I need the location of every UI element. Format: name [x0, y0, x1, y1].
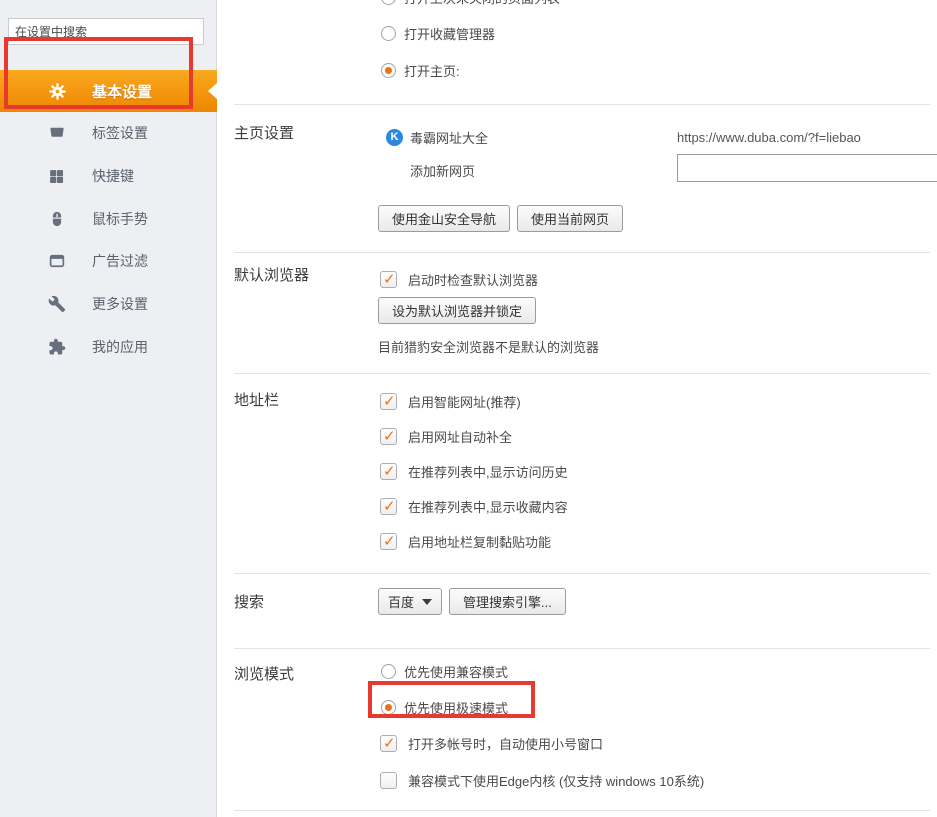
sidebar-item-label: 基本设置 — [92, 81, 152, 102]
sidebar-item-shortcuts[interactable]: 快捷键 — [0, 155, 217, 197]
addressbar-option-row[interactable]: 在推荐列表中,显示访问历史 — [380, 462, 568, 480]
sidebar-item-label: 广告过滤 — [92, 251, 148, 271]
sidebar-item-tab-settings[interactable]: 标签设置 — [0, 112, 217, 154]
checkbox-url-autocomplete[interactable] — [380, 428, 397, 445]
section-title-default-browser: 默认浏览器 — [234, 264, 309, 285]
radio-open-homepage[interactable] — [381, 63, 396, 78]
checkbox-edge-kernel[interactable] — [380, 772, 397, 789]
sidebar-item-more-settings[interactable]: 更多设置 — [0, 283, 217, 325]
radio-last-session[interactable] — [381, 0, 396, 5]
sidebar-item-my-apps[interactable]: 我的应用 — [0, 326, 217, 368]
section-divider — [234, 648, 930, 649]
grid-icon — [48, 166, 68, 186]
radio-favorites-manager[interactable] — [381, 26, 396, 41]
homepage-site-name: 毒霸网址大全 — [410, 128, 488, 147]
use-kingsoft-nav-button[interactable]: 使用金山安全导航 — [378, 205, 510, 232]
section-title-address-bar: 地址栏 — [234, 389, 279, 410]
addressbar-option-row[interactable]: 在推荐列表中,显示收藏内容 — [380, 497, 568, 515]
addressbar-option-row[interactable]: 启用网址自动补全 — [380, 427, 512, 445]
add-new-page-link[interactable]: 添加新网页 — [410, 161, 475, 180]
section-title-browse-mode: 浏览模式 — [234, 663, 294, 684]
checkbox-copy-paste[interactable] — [380, 533, 397, 550]
search-engine-dropdown[interactable]: 百度 — [378, 588, 442, 615]
section-divider — [234, 252, 930, 253]
section-divider — [234, 104, 930, 105]
radio-compat-mode[interactable] — [381, 664, 396, 679]
checkbox-show-favorites[interactable] — [380, 498, 397, 515]
edge-kernel-row[interactable]: 兼容模式下使用Edge内核 (仅支持 windows 10系统) — [380, 771, 704, 789]
sidebar-item-label: 鼠标手势 — [92, 209, 148, 229]
tab-icon — [48, 123, 68, 143]
browse-mode-compat-row[interactable]: 优先使用兼容模式 — [381, 662, 508, 680]
radio-speed-mode[interactable] — [381, 700, 396, 715]
checkbox-multi-account-window[interactable] — [380, 735, 397, 752]
startup-option-homepage[interactable]: 打开主页: — [381, 61, 460, 79]
homepage-site-row: K 毒霸网址大全 — [386, 128, 488, 146]
checkbox-smart-url[interactable] — [380, 393, 397, 410]
mouse-icon — [48, 209, 68, 229]
section-title-search: 搜索 — [234, 591, 264, 612]
new-homepage-input[interactable] — [677, 154, 937, 182]
default-browser-status-text: 目前猎豹安全浏览器不是默认的浏览器 — [378, 337, 599, 356]
puzzle-icon — [48, 337, 68, 357]
duba-logo-icon: K — [386, 129, 403, 146]
window-icon — [48, 251, 68, 271]
section-title-homepage: 主页设置 — [234, 122, 294, 143]
wrench-icon — [48, 294, 68, 314]
use-current-page-button[interactable]: 使用当前网页 — [517, 205, 623, 232]
sidebar-item-basic-settings[interactable]: 基本设置 — [0, 70, 217, 112]
section-divider — [234, 573, 930, 574]
sidebar-item-label: 标签设置 — [92, 123, 148, 143]
chevron-down-icon — [422, 599, 432, 605]
set-default-browser-button[interactable]: 设为默认浏览器并锁定 — [378, 297, 536, 324]
checkbox-check-default-on-startup[interactable] — [380, 271, 397, 288]
search-input[interactable] — [8, 18, 204, 45]
homepage-url-text: https://www.duba.com/?f=liebao — [677, 130, 861, 145]
startup-option-last-session[interactable]: 打开上次未关闭的页面列表 — [381, 0, 560, 6]
settings-sidebar: 基本设置 标签设置 快捷键 — [0, 0, 217, 817]
sidebar-item-label: 我的应用 — [92, 337, 148, 357]
addressbar-option-row[interactable]: 启用智能网址(推荐) — [380, 392, 521, 410]
manage-search-engines-button[interactable]: 管理搜索引擎... — [449, 588, 566, 615]
gear-icon — [48, 81, 68, 101]
sidebar-item-mouse-gestures[interactable]: 鼠标手势 — [0, 198, 217, 240]
addressbar-option-row[interactable]: 启用地址栏复制黏贴功能 — [380, 532, 551, 550]
sidebar-item-label: 快捷键 — [92, 166, 134, 186]
startup-option-favorites[interactable]: 打开收藏管理器 — [381, 24, 495, 42]
sidebar-item-ad-filter[interactable]: 广告过滤 — [0, 240, 217, 282]
check-default-on-startup-row[interactable]: 启动时检查默认浏览器 — [380, 270, 538, 288]
multi-account-row[interactable]: 打开多帐号时，自动使用小号窗口 — [380, 734, 603, 752]
browse-mode-speed-row[interactable]: 优先使用极速模式 — [381, 698, 508, 716]
section-divider — [234, 810, 930, 811]
checkbox-show-history[interactable] — [380, 463, 397, 480]
section-divider — [234, 373, 930, 374]
sidebar-item-label: 更多设置 — [92, 294, 148, 314]
